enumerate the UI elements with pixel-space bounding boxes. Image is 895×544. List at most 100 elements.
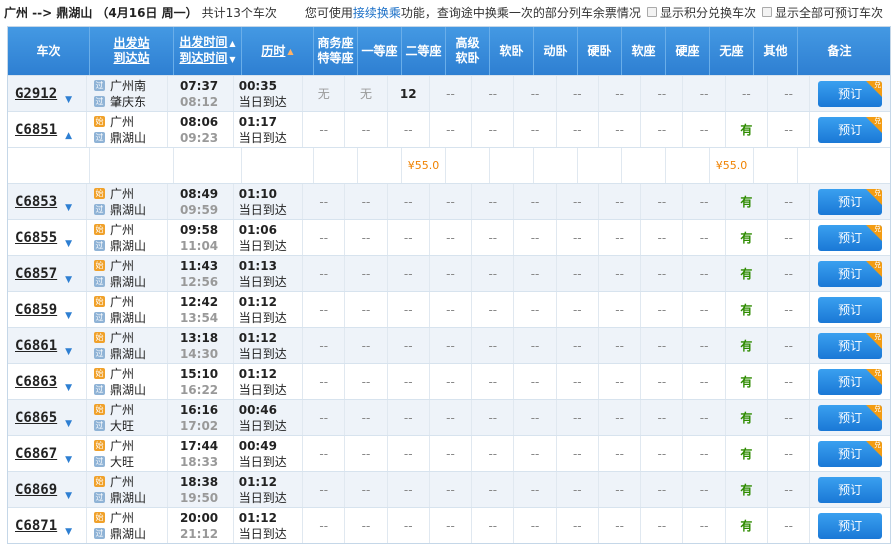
seat-other[interactable]: 有 (726, 472, 768, 507)
col-soft-sleeper: 软卧 (490, 27, 534, 75)
train-number-link[interactable]: C6855 (15, 230, 57, 246)
table-row: C6869 ▼ 始广州过鼎湖山 18:38 19:50 01:12 当日到达 -- -- -- --… (8, 471, 890, 507)
station-cell: 始广州过鼎湖山 (87, 364, 168, 399)
note-cell: 预订 兑 (810, 76, 890, 111)
seat-other[interactable]: 有 (726, 508, 768, 543)
seat-other[interactable]: 有 (726, 220, 768, 255)
seat-second: -- (388, 508, 430, 543)
seat-availability: 12 (399, 86, 417, 101)
book-button[interactable]: 预订 兑 (818, 116, 883, 143)
train-number-link[interactable]: C6853 (15, 194, 57, 210)
expand-stops-icon[interactable]: ▼ (65, 239, 72, 249)
arrival-time: 14:30 (179, 346, 219, 361)
seat-soft-sleeper: -- (472, 220, 515, 255)
book-button[interactable]: 预订 兑 (818, 224, 883, 251)
seat-first: -- (345, 508, 388, 543)
seat-other[interactable]: 有 (726, 112, 768, 147)
seat-other[interactable]: 有 (726, 184, 768, 219)
seat-other[interactable]: 有 (726, 400, 768, 435)
expand-stops-icon[interactable]: ▼ (65, 527, 72, 537)
book-label: 预订 (838, 303, 863, 317)
book-button[interactable]: 预订 兑 (818, 404, 883, 431)
expand-stops-icon[interactable]: ▼ (65, 383, 72, 393)
train-number-link[interactable]: C6871 (15, 518, 57, 534)
through-station-icon: 过 (94, 348, 106, 359)
book-button[interactable]: 预订 兑 (818, 188, 883, 215)
book-button[interactable]: 预订 兑 (818, 80, 883, 107)
seat-availability: -- (319, 266, 329, 281)
seat-availability: -- (657, 194, 667, 209)
book-button[interactable]: 预订 兑 (818, 440, 883, 467)
arrival-day: 当日到达 (238, 490, 287, 505)
seat-deluxe-soft-sleeper: -- (430, 328, 473, 363)
book-button[interactable]: 预订 兑 (818, 260, 883, 287)
seat-availability: -- (615, 230, 624, 245)
book-button[interactable]: 预订 兑 (818, 368, 883, 395)
show-points-checkbox[interactable] (646, 7, 657, 17)
seat-no-seat: -- (683, 112, 726, 147)
expand-stops-icon[interactable]: ▼ (65, 491, 72, 501)
col-note: 备注 (827, 43, 852, 58)
seat-hard-seat: -- (641, 112, 684, 147)
train-number-link[interactable]: G2912 (15, 86, 57, 102)
seat-availability: -- (446, 518, 455, 533)
seat-other[interactable]: 有 (726, 436, 768, 471)
book-button[interactable]: 预订 (818, 512, 883, 539)
seat-no-seat: -- (683, 76, 726, 111)
show-all-toggle[interactable]: 显示全部可预订车次 (761, 4, 883, 21)
through-station-icon: 过 (94, 80, 106, 91)
expand-stops-icon[interactable]: ▼ (65, 311, 72, 321)
expand-stops-icon[interactable]: ▼ (65, 419, 72, 429)
time-cell: 16:16 17:02 (168, 400, 234, 435)
train-number-link[interactable]: C6861 (15, 338, 57, 354)
from-station-name: 广州 (110, 474, 135, 489)
train-number-link[interactable]: C6865 (15, 410, 57, 426)
expand-stops-icon[interactable]: ▼ (65, 95, 72, 105)
table-row: C6853 ▼ 始广州过鼎湖山 08:49 09:59 01:10 当日到达 -- -- -- --… (8, 183, 890, 219)
seat-other[interactable]: 有 (726, 328, 768, 363)
book-button[interactable]: 预订 (818, 296, 883, 323)
time-cell: 12:42 13:54 (168, 292, 234, 327)
show-all-checkbox[interactable] (761, 7, 772, 17)
seat-availability: -- (615, 410, 624, 425)
expand-stops-icon[interactable]: ▲ (65, 131, 72, 141)
expand-stops-icon[interactable]: ▼ (65, 203, 72, 213)
seat-moving-sleeper: -- (514, 184, 557, 219)
col-train: 车次 (8, 27, 90, 75)
seat-availability: 有 (740, 339, 753, 353)
col-deluxe-soft-sleeper: 高级 软卧 (446, 27, 490, 75)
seat-availability: -- (446, 482, 455, 497)
seat-soft-sleeper: -- (472, 76, 515, 111)
train-number-link[interactable]: C6863 (15, 374, 57, 390)
show-points-toggle[interactable]: 显示积分兑换车次 (646, 4, 756, 21)
expand-stops-icon[interactable]: ▼ (65, 275, 72, 285)
seat-other[interactable]: 有 (726, 256, 768, 291)
seat-availability: -- (403, 482, 413, 497)
seat-other[interactable]: 有 (726, 292, 768, 327)
transfer-link[interactable]: 接续换乘 (353, 6, 401, 20)
train-number-link[interactable]: C6869 (15, 482, 57, 498)
train-number-link[interactable]: C6857 (15, 266, 57, 282)
seat-availability: -- (657, 446, 667, 461)
from-station: 始广州 (94, 402, 134, 418)
expand-stops-icon[interactable]: ▼ (65, 455, 72, 465)
col-time[interactable]: 出发时间 ▲ 到达时间 ▼ (174, 27, 242, 75)
station-cell: 始广州过鼎湖山 (87, 184, 168, 219)
points-badge-label: 兑 (874, 368, 882, 377)
book-button[interactable]: 预订 兑 (818, 332, 883, 359)
from-station-name: 广州 (110, 510, 135, 525)
seat-availability: -- (784, 302, 793, 317)
book-button[interactable]: 预订 (818, 476, 883, 503)
expand-stops-icon[interactable]: ▼ (65, 347, 72, 357)
seat-other[interactable]: 有 (726, 364, 768, 399)
col-duration[interactable]: 历时 ▲ (242, 27, 314, 75)
col-hard-seat: 硬座 (666, 27, 710, 75)
train-number-link[interactable]: C6867 (15, 446, 57, 462)
arrival-time: 09:59 (179, 202, 219, 217)
arrival-time: 21:12 (179, 526, 219, 541)
seat-moving-sleeper: -- (514, 364, 557, 399)
train-number-link[interactable]: C6859 (15, 302, 57, 318)
note-cell: 预订 兑 (810, 256, 890, 291)
seat-second[interactable]: 12 (388, 76, 430, 111)
train-number-link[interactable]: C6851 (15, 122, 57, 138)
